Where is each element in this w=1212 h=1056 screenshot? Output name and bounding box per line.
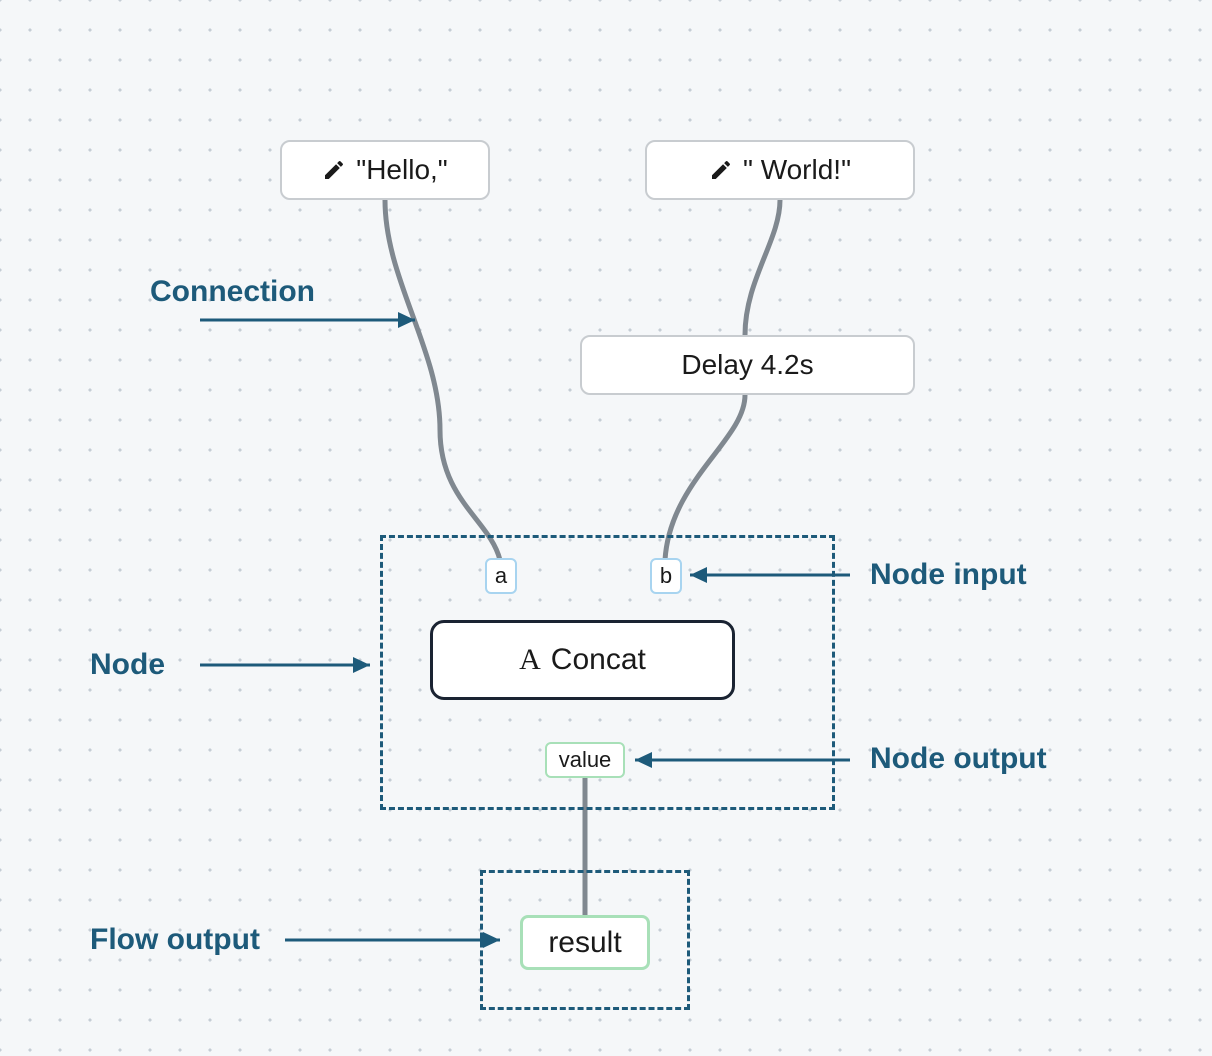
node-concat-label: Concat (551, 643, 646, 677)
node-world-label: " World!" (743, 154, 851, 186)
port-a-label: a (495, 563, 507, 589)
label-flow-output: Flow output (90, 923, 260, 957)
flow-output-result[interactable]: result (520, 915, 650, 970)
connection-hello-to-a (385, 200, 500, 560)
label-node: Node (90, 648, 165, 682)
flow-canvas[interactable]: "Hello," " World!" Delay 4.2s A Concat a… (0, 0, 1212, 1056)
node-delay-label: Delay 4.2s (681, 349, 813, 381)
node-hello-label: "Hello," (356, 154, 447, 186)
node-world[interactable]: " World!" (645, 140, 915, 200)
port-output-value[interactable]: value (545, 742, 625, 778)
pencil-icon (322, 158, 346, 182)
node-delay[interactable]: Delay 4.2s (580, 335, 915, 395)
label-connection: Connection (150, 275, 315, 309)
connection-delay-to-b (665, 395, 745, 560)
pencil-icon (709, 158, 733, 182)
node-concat[interactable]: A Concat (430, 620, 735, 700)
node-hello[interactable]: "Hello," (280, 140, 490, 200)
port-input-b[interactable]: b (650, 558, 682, 594)
port-value-label: value (559, 747, 612, 773)
connection-world-to-delay (745, 200, 780, 335)
label-node-input: Node input (870, 558, 1027, 592)
port-b-label: b (660, 563, 672, 589)
font-icon: A (519, 643, 541, 677)
result-label: result (548, 926, 621, 960)
label-node-output: Node output (870, 742, 1047, 776)
port-input-a[interactable]: a (485, 558, 517, 594)
